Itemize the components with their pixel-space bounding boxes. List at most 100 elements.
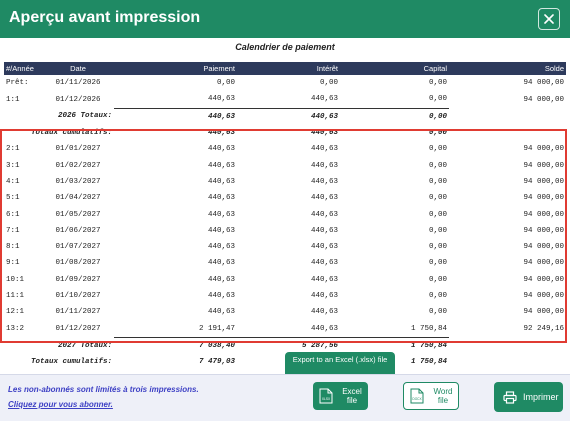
table-header-row: #/Année Date Paiement Intérêt Capital So… xyxy=(4,62,566,75)
cell-balance: 94 000,00 xyxy=(523,194,564,203)
cell-interest: 440,63 xyxy=(310,324,338,333)
cell-date: 01/03/2027 xyxy=(55,177,101,186)
cell-balance: 94 000,00 xyxy=(523,95,564,104)
cell-id: 1:1 xyxy=(6,95,20,104)
cell-date: 01/01/2027 xyxy=(55,145,101,154)
cell-id: 8:1 xyxy=(6,243,20,252)
cell-payment: 7 038,40 xyxy=(114,336,237,355)
table-row: 8:1 01/07/2027 440,63 440,63 0,00 94 000,00 xyxy=(4,239,566,255)
table-total-row: 2027 Totaux: 7 038,40 5 287,56 1 750,84 xyxy=(4,336,566,355)
table-row: 6:1 01/05/2027 440,63 440,63 0,00 94 000,00 xyxy=(4,206,566,222)
cell-id: 4:1 xyxy=(6,177,20,186)
table-body: Prêt: 01/11/2026 0,00 0,00 0,00 94 000,00 1:1 0… xyxy=(4,75,566,374)
cell-balance: 94 000,00 xyxy=(523,210,564,219)
cell-date: 01/04/2027 xyxy=(55,194,101,203)
print-button-label: Imprimer xyxy=(523,392,559,402)
cell-date: 01/07/2027 xyxy=(55,243,101,252)
cell-interest: 440,63 xyxy=(310,95,338,104)
word-icon-text: DOCX xyxy=(412,397,422,401)
cell-date: 01/06/2027 xyxy=(55,226,101,235)
cell-balance xyxy=(449,125,566,141)
table-row: 10:1 01/09/2027 440,63 440,63 0,00 94 000,00 xyxy=(4,272,566,288)
cell-balance: 94 000,00 xyxy=(523,259,564,268)
cell-capital: 0,00 xyxy=(428,161,447,170)
cell-capital: 0,00 xyxy=(428,210,447,219)
preview-content[interactable]: Calendrier de paiement #/Année Date Paie… xyxy=(0,38,570,374)
cell-id: 13:2 xyxy=(6,324,25,333)
cell-payment: 440,63 xyxy=(207,210,235,219)
cell-date: 01/08/2027 xyxy=(55,259,101,268)
cell-capital: 0,00 xyxy=(428,243,447,252)
cell-id: 2:1 xyxy=(6,145,20,154)
cell-id: 9:1 xyxy=(6,259,20,268)
cell-interest: 440,63 xyxy=(310,194,338,203)
column-header-id: #/Année xyxy=(4,62,42,75)
table-row: 12:1 01/11/2027 440,63 440,63 0,00 94 000,00 xyxy=(4,304,566,320)
cell-interest: 440,63 xyxy=(310,161,338,170)
table-row: 9:1 01/08/2027 440,63 440,63 0,00 94 000,00 xyxy=(4,255,566,271)
cell-balance xyxy=(449,354,566,370)
close-button[interactable] xyxy=(538,8,560,30)
cell-payment: 440,63 xyxy=(207,226,235,235)
cell-payment: 0,00 xyxy=(216,79,235,88)
cell-capital: 0,00 xyxy=(428,308,447,317)
cell-capital: 0,00 xyxy=(428,145,447,154)
cell-capital: 0,00 xyxy=(428,95,447,104)
excel-icon-text: XLSX xyxy=(322,397,331,401)
table-row: 13:2 01/12/2027 2 191,47 440,63 1 750,84 92 2… xyxy=(4,320,566,337)
cell-payment: 7 479,03 xyxy=(198,358,235,367)
cell-payment: 440,63 xyxy=(207,129,235,138)
subscribe-link[interactable]: Cliquez pour vous abonner. xyxy=(8,400,113,409)
total-label: 2026 Totaux: xyxy=(57,112,112,121)
table-total-row: 2026 Totaux: 440,63 440,63 0,00 xyxy=(4,107,566,125)
cell-payment: 440,63 xyxy=(207,259,235,268)
cell-capital: 0,00 xyxy=(428,79,447,88)
cell-interest: 440,63 xyxy=(310,275,338,284)
cell-interest: 440,63 xyxy=(310,226,338,235)
cell-interest: 440,63 xyxy=(237,107,340,125)
cell-payment: 440,63 xyxy=(207,95,235,104)
close-icon xyxy=(544,14,554,24)
cell-id: 7:1 xyxy=(6,226,20,235)
cell-date: 01/11/2026 xyxy=(55,79,101,88)
word-export-button[interactable]: DOCX Word file xyxy=(403,382,459,410)
cell-payment: 440,63 xyxy=(207,243,235,252)
cell-balance: 94 000,00 xyxy=(523,226,564,235)
cell-payment: 440,63 xyxy=(207,194,235,203)
word-file-icon: DOCX xyxy=(410,388,424,404)
cell-date: 01/10/2027 xyxy=(55,292,101,300)
cell-interest: 440,63 xyxy=(310,210,338,219)
total-label: Totaux cumulatifs: xyxy=(30,129,112,138)
limit-notice: Les non-abonnés sont limités à trois imp… xyxy=(8,385,199,394)
table-row: 3:1 01/02/2027 440,63 440,63 0,00 94 000,00 xyxy=(4,157,566,173)
table-row: 5:1 01/04/2027 440,63 440,63 0,00 94 000,00 xyxy=(4,190,566,206)
cell-payment: 440,63 xyxy=(207,275,235,284)
schedule-title: Calendrier de paiement xyxy=(235,42,335,52)
printer-icon xyxy=(503,390,517,404)
cell-payment: 2 191,47 xyxy=(198,324,235,333)
cell-id: Prêt: xyxy=(6,79,29,88)
excel-export-button[interactable]: XLSX Excel file xyxy=(313,382,368,410)
cell-balance: 94 000,00 xyxy=(523,177,564,186)
cell-id: 10:1 xyxy=(6,275,25,284)
cell-balance: 94 000,00 xyxy=(523,243,564,252)
cell-id: 12:1 xyxy=(6,308,25,317)
cell-interest: 440,63 xyxy=(310,129,338,138)
table-row: 2:1 01/01/2027 440,63 440,63 0,00 94 000,00 xyxy=(4,141,566,157)
print-button[interactable]: Imprimer xyxy=(494,382,563,412)
dialog-header: Aperçu avant impression xyxy=(0,0,570,38)
cell-payment: 440,63 xyxy=(207,177,235,186)
cell-balance xyxy=(449,337,566,354)
cell-balance: 94 000,00 xyxy=(523,308,564,317)
table-row: 7:1 01/06/2027 440,63 440,63 0,00 94 000,00 xyxy=(4,223,566,239)
cell-balance: 94 000,00 xyxy=(523,145,564,154)
dialog-title: Aperçu avant impression xyxy=(9,9,201,26)
cell-id: 5:1 xyxy=(6,194,20,203)
payment-schedule-table: #/Année Date Paiement Intérêt Capital So… xyxy=(4,62,566,374)
column-header-interest: Intérêt xyxy=(237,62,340,75)
column-header-balance: Solde xyxy=(449,62,566,75)
cell-interest: 0,00 xyxy=(319,79,338,88)
cell-balance: 92 249,16 xyxy=(523,324,564,333)
cell-capital: 0,00 xyxy=(428,129,447,138)
cell-payment: 440,63 xyxy=(207,292,235,300)
